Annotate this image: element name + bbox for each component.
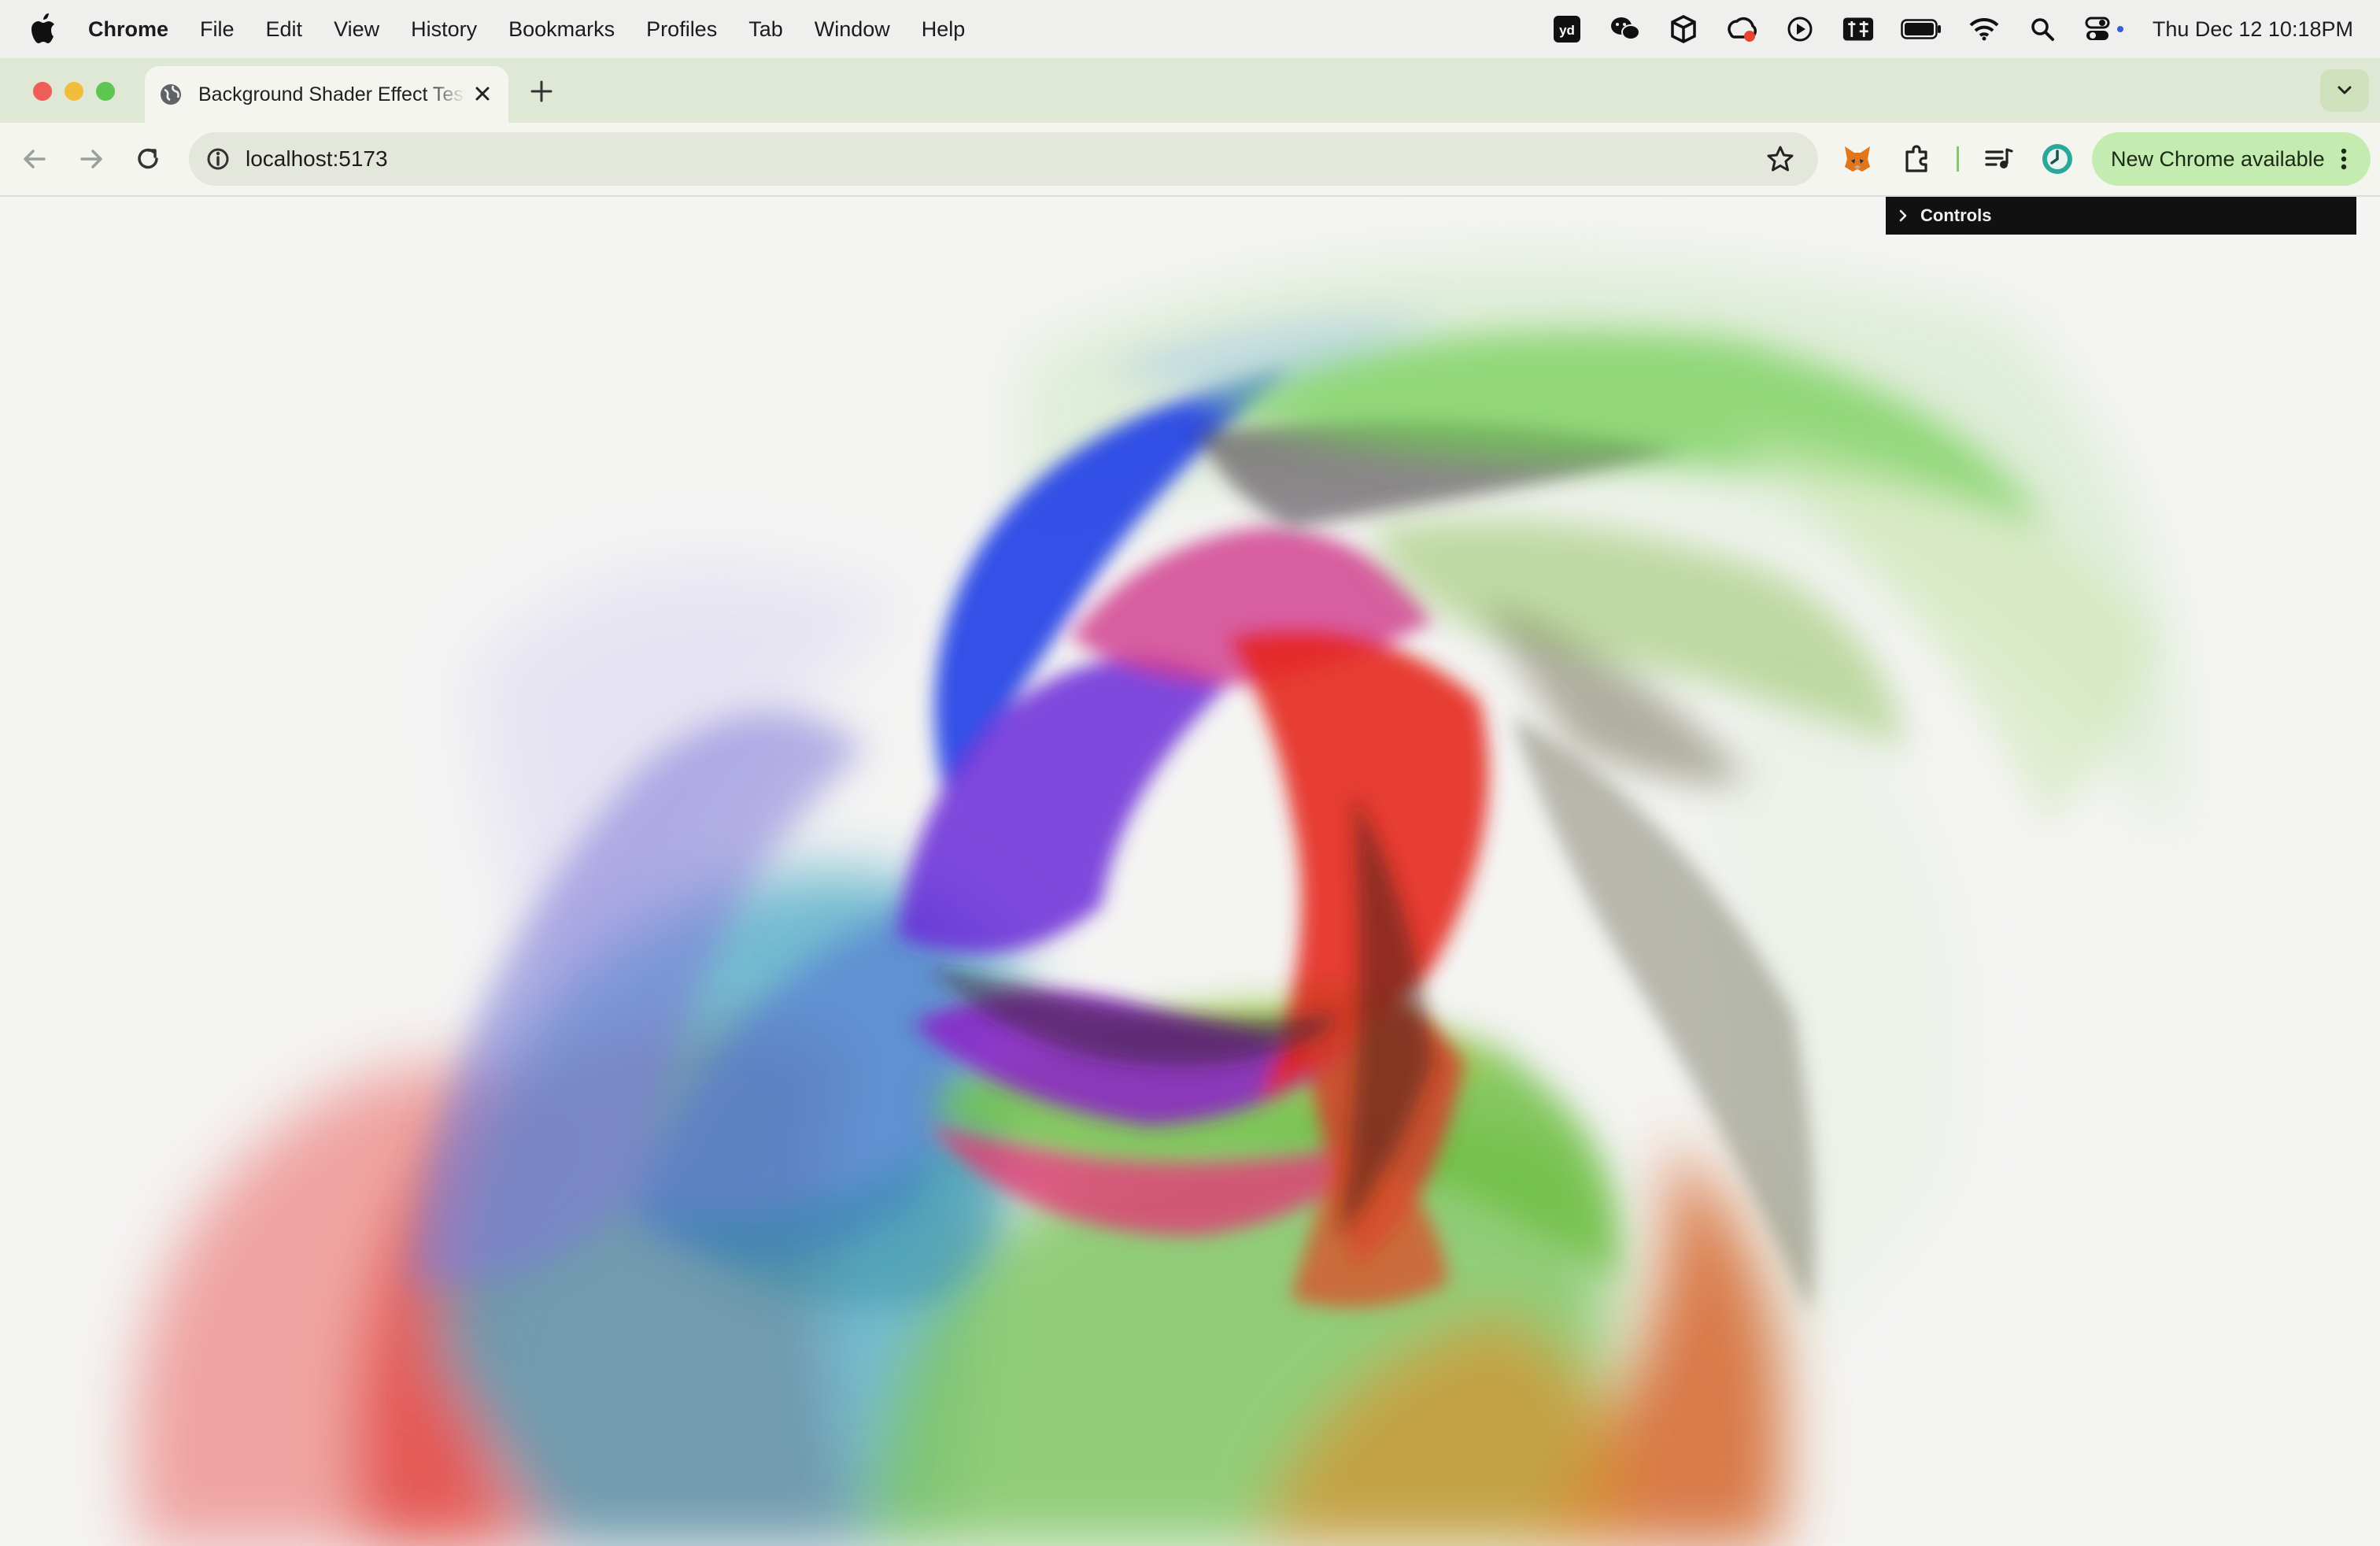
globe-icon xyxy=(161,84,181,105)
menubar-status-area: yd Thu Dec 12 10:18PM xyxy=(1551,0,2353,58)
menu-window[interactable]: Window xyxy=(815,17,890,42)
address-bar[interactable]: localhost:5173 xyxy=(189,132,1818,186)
browser-tab-strip: Background Shader Effect Test xyxy=(0,58,2380,123)
metamask-fox-icon[interactable] xyxy=(1840,142,1875,176)
profile-avatar-icon[interactable] xyxy=(2040,142,2075,176)
menu-file[interactable]: File xyxy=(200,17,235,42)
apple-logo-icon[interactable] xyxy=(30,13,57,45)
spotlight-search-icon[interactable] xyxy=(2027,13,2058,45)
menu-help[interactable]: Help xyxy=(922,17,966,42)
input-method-icon[interactable] xyxy=(1842,13,1874,45)
play-circle-icon[interactable] xyxy=(1784,13,1816,45)
battery-icon[interactable] xyxy=(1901,13,1942,45)
svg-text:yd: yd xyxy=(1559,23,1575,38)
site-info-icon[interactable] xyxy=(205,146,231,172)
address-url[interactable]: localhost:5173 xyxy=(246,146,388,172)
new-tab-icon[interactable] xyxy=(527,77,556,105)
tab-title: Background Shader Effect Test xyxy=(198,83,466,105)
window-close-button[interactable] xyxy=(33,82,52,101)
shader-canvas[interactable] xyxy=(0,197,2380,1546)
window-zoom-button[interactable] xyxy=(96,82,115,101)
cloud-sync-icon[interactable] xyxy=(1726,13,1757,45)
wifi-icon[interactable] xyxy=(1968,13,2000,45)
tab-search-button[interactable] xyxy=(2320,69,2369,112)
browser-toolbar: localhost:5173 New Chrome available xyxy=(0,123,2380,197)
extensions-puzzle-icon[interactable] xyxy=(1900,142,1935,176)
update-label: New Chrome available xyxy=(2111,146,2325,171)
menu-edit[interactable]: Edit xyxy=(266,17,303,42)
new-chrome-available-button[interactable]: New Chrome available xyxy=(2092,132,2371,186)
bookmark-star-icon[interactable] xyxy=(1766,145,1794,173)
controls-label: Controls xyxy=(1920,205,1992,225)
menu-app-name[interactable]: Chrome xyxy=(88,17,168,42)
menu-bookmarks[interactable]: Bookmarks xyxy=(508,17,615,42)
menu-history[interactable]: History xyxy=(411,17,477,42)
window-minimize-button[interactable] xyxy=(65,82,83,101)
wechat-icon[interactable] xyxy=(1609,13,1641,45)
menu-profiles[interactable]: Profiles xyxy=(646,17,717,42)
page-viewport: Controls xyxy=(0,197,2380,1546)
control-center-icon[interactable] xyxy=(2085,13,2126,45)
menu-view[interactable]: View xyxy=(334,17,379,42)
menu-tab[interactable]: Tab xyxy=(748,17,783,42)
tab-close-icon[interactable] xyxy=(471,82,494,105)
macos-menu-bar: Chrome File Edit View History Bookmarks … xyxy=(0,0,2380,58)
package-icon[interactable] xyxy=(1668,13,1699,45)
reload-icon[interactable] xyxy=(132,143,164,175)
more-vert-icon[interactable] xyxy=(2330,145,2358,173)
back-arrow-icon[interactable] xyxy=(19,143,50,175)
media-controls-icon[interactable] xyxy=(1982,142,2016,176)
controls-panel-toggle[interactable]: Controls xyxy=(1886,197,2356,235)
tab-active[interactable]: Background Shader Effect Test xyxy=(145,66,508,123)
chevron-down-icon xyxy=(2338,86,2352,94)
menubar-clock[interactable]: Thu Dec 12 10:18PM xyxy=(2153,17,2353,42)
youdao-icon[interactable]: yd xyxy=(1551,13,1583,45)
forward-arrow-icon[interactable] xyxy=(76,143,107,175)
chevron-right-icon xyxy=(1899,209,1907,222)
toolbar-separator xyxy=(1957,146,1959,172)
